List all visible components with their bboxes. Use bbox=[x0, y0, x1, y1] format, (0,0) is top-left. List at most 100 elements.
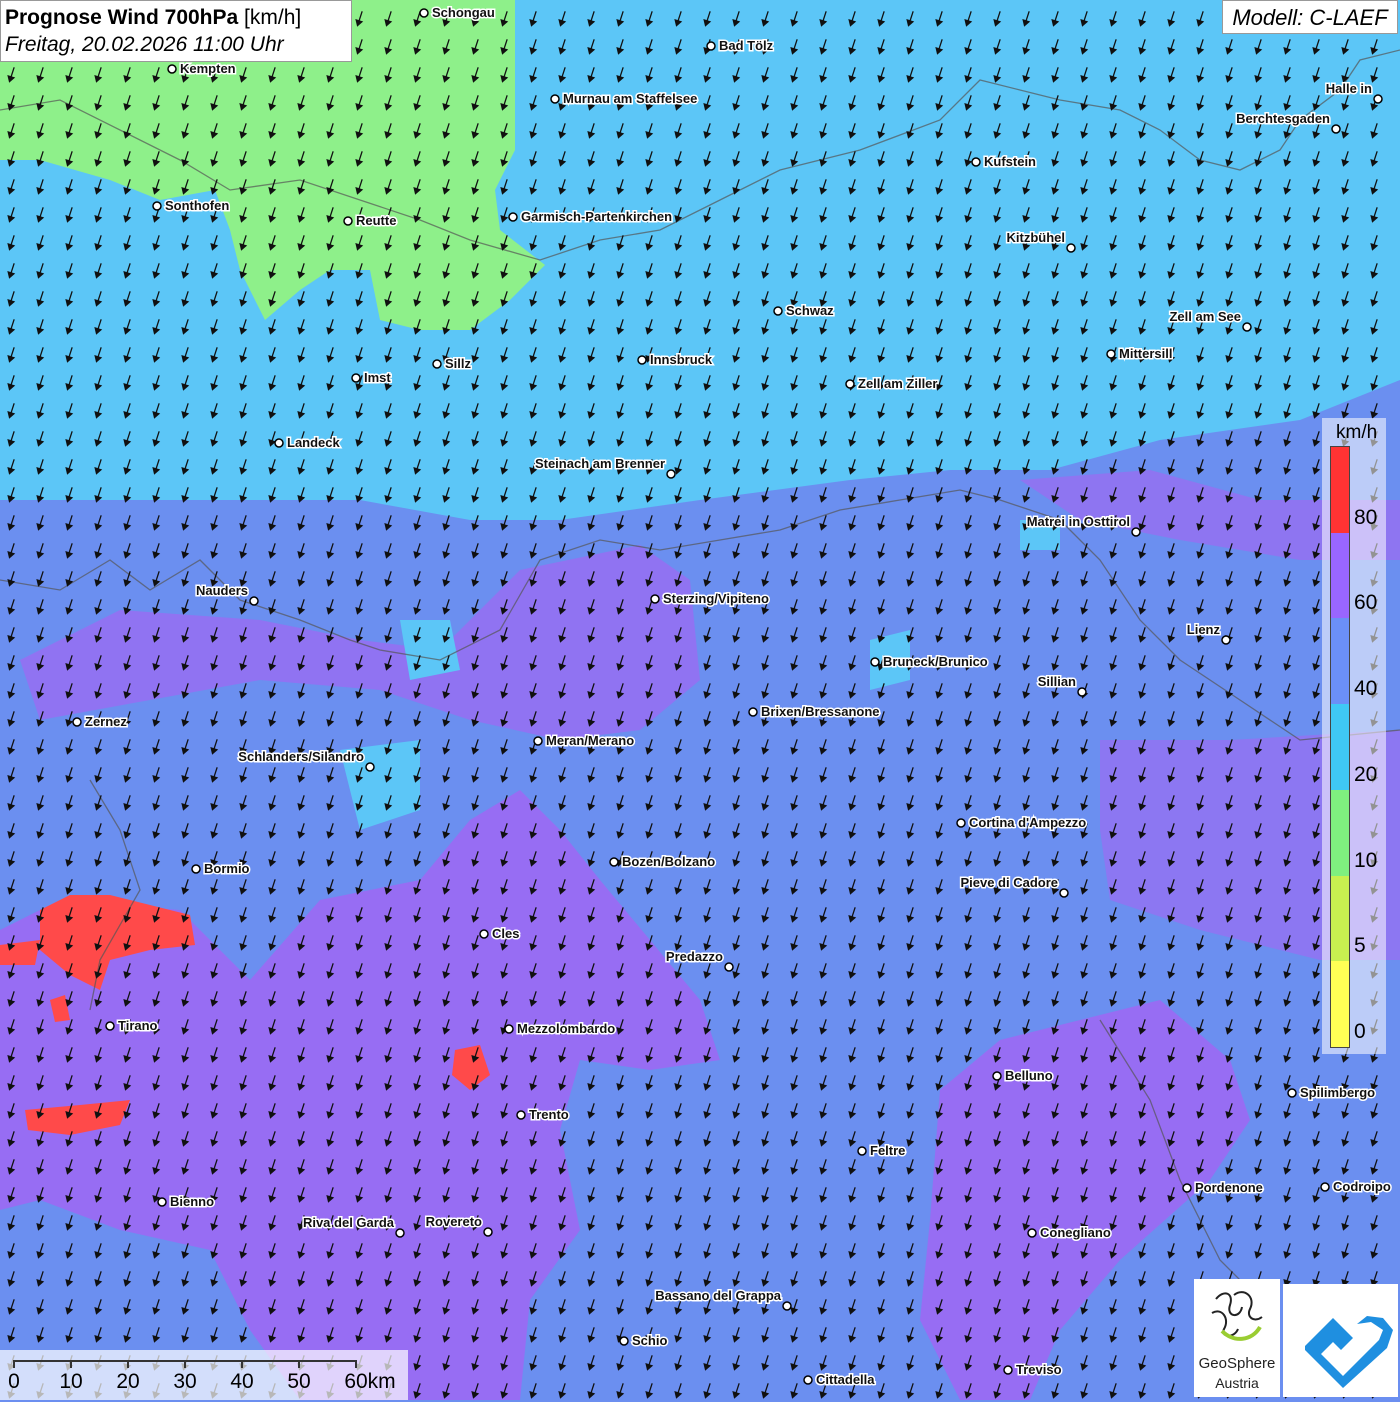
city-dot bbox=[783, 1302, 791, 1310]
legend-swatch bbox=[1331, 790, 1349, 876]
city-label: Kempten bbox=[180, 61, 236, 76]
city-dot bbox=[1132, 528, 1140, 536]
legend-swatch bbox=[1331, 533, 1349, 619]
city-marker: Conegliano bbox=[1028, 1225, 1111, 1240]
city-marker: Innsbruck bbox=[638, 352, 713, 367]
cloud-icon bbox=[1283, 1284, 1398, 1397]
legend-swatch bbox=[1331, 961, 1349, 1047]
city-label: Mezzolombardo bbox=[517, 1021, 615, 1036]
city-label: Riva del Garda bbox=[303, 1215, 395, 1230]
legend-tick-label: 10 bbox=[1354, 849, 1377, 873]
city-label: Kitzbühel bbox=[1007, 230, 1066, 245]
city-label: Feltre bbox=[870, 1143, 905, 1158]
city-marker: Zell am Ziller bbox=[846, 376, 937, 391]
city-dot bbox=[1332, 125, 1340, 133]
city-label: Brixen/Bressanone bbox=[761, 704, 880, 719]
legend-swatch bbox=[1331, 876, 1349, 962]
city-label: Schlanders/Silandro bbox=[238, 749, 364, 764]
city-marker: Meran/Merano bbox=[534, 733, 634, 748]
city-dot bbox=[993, 1072, 1001, 1080]
geosphere-country: Austria bbox=[1194, 1375, 1280, 1391]
city-marker: Sonthofen bbox=[153, 198, 229, 213]
city-dot bbox=[1243, 323, 1251, 331]
legend-tick-label: 80 bbox=[1354, 506, 1377, 530]
scale-tick bbox=[127, 1360, 129, 1368]
city-dot bbox=[484, 1228, 492, 1236]
city-label: Sillian bbox=[1038, 674, 1076, 689]
city-label: Sterzing/Vipiteno bbox=[663, 591, 769, 606]
city-dot bbox=[1288, 1089, 1296, 1097]
scale-label: 20 bbox=[116, 1370, 139, 1394]
city-dot bbox=[551, 95, 559, 103]
city-dot bbox=[749, 708, 757, 716]
city-dot bbox=[509, 213, 517, 221]
city-dot bbox=[192, 865, 200, 873]
city-dot bbox=[517, 1111, 525, 1119]
city-dot bbox=[707, 42, 715, 50]
city-dot bbox=[1004, 1366, 1012, 1374]
city-dot bbox=[1060, 889, 1068, 897]
color-legend: km/h 806040201050 bbox=[1322, 418, 1386, 1054]
city-dot bbox=[774, 307, 782, 315]
scale-label: 40 bbox=[230, 1370, 253, 1394]
scale-tick bbox=[298, 1360, 300, 1368]
city-dot bbox=[366, 763, 374, 771]
city-label: Predazzo bbox=[666, 949, 723, 964]
city-marker: Spilimbergo bbox=[1288, 1085, 1375, 1100]
page-title: Prognose Wind 700hPa [km/h] bbox=[5, 4, 347, 32]
city-label: Steinach am Brenner bbox=[535, 456, 665, 471]
city-dot bbox=[1028, 1229, 1036, 1237]
scale-label: 10 bbox=[59, 1370, 82, 1394]
city-marker: Garmisch-Partenkirchen bbox=[509, 209, 672, 224]
scale-tick bbox=[184, 1360, 186, 1368]
city-dot bbox=[804, 1376, 812, 1384]
city-dot bbox=[638, 356, 646, 364]
city-label: Pordenone bbox=[1195, 1180, 1263, 1195]
city-dot bbox=[73, 718, 81, 726]
scale-tick bbox=[355, 1360, 357, 1368]
city-label: Rovereto bbox=[426, 1214, 482, 1229]
city-label: Schio bbox=[632, 1333, 667, 1348]
city-marker: Bruneck/Brunico bbox=[871, 654, 988, 669]
city-label: Lienz bbox=[1187, 622, 1221, 637]
city-dot bbox=[433, 360, 441, 368]
city-label: Zell am Ziller bbox=[858, 376, 937, 391]
city-dot bbox=[972, 158, 980, 166]
city-dot bbox=[1078, 688, 1086, 696]
city-marker: Murnau am Staffelsee bbox=[551, 91, 697, 106]
city-dot bbox=[344, 217, 352, 225]
city-marker: Cortina d'Ampezzo bbox=[957, 815, 1086, 830]
city-label: Schongau bbox=[432, 5, 495, 20]
city-label: Bozen/Bolzano bbox=[622, 854, 715, 869]
city-dot bbox=[1222, 636, 1230, 644]
city-dot bbox=[858, 1147, 866, 1155]
legend-swatch bbox=[1331, 447, 1349, 533]
city-dot bbox=[871, 658, 879, 666]
geosphere-name: GeoSphere bbox=[1194, 1355, 1280, 1372]
city-label: Cittadella bbox=[816, 1372, 875, 1387]
title-bold: Prognose Wind 700hPa bbox=[5, 6, 238, 29]
city-label: Pieve di Cadore bbox=[960, 875, 1058, 890]
city-label: Codroipo bbox=[1333, 1179, 1391, 1194]
legend-swatch bbox=[1331, 618, 1349, 704]
legend-tick-label: 20 bbox=[1354, 763, 1377, 787]
legend-tick-label: 60 bbox=[1354, 591, 1377, 615]
city-dot bbox=[846, 380, 854, 388]
model-label: Modell: C-LAEF bbox=[1222, 0, 1398, 34]
scale-tick bbox=[13, 1360, 15, 1368]
city-dot bbox=[1107, 350, 1115, 358]
city-label: Garmisch-Partenkirchen bbox=[521, 209, 672, 224]
city-label: Berchtesgaden bbox=[1236, 111, 1330, 126]
city-dot bbox=[396, 1229, 404, 1237]
city-label: Bormio bbox=[204, 861, 250, 876]
city-dot bbox=[1374, 95, 1382, 103]
city-label: Innsbruck bbox=[650, 352, 713, 367]
title-box: Prognose Wind 700hPa [km/h] Freitag, 20.… bbox=[0, 0, 352, 62]
city-dot bbox=[957, 819, 965, 827]
city-marker: Sterzing/Vipiteno bbox=[651, 591, 769, 606]
city-label: Conegliano bbox=[1040, 1225, 1111, 1240]
city-label: Cortina d'Ampezzo bbox=[969, 815, 1086, 830]
city-label: Belluno bbox=[1005, 1068, 1053, 1083]
city-label: Sonthofen bbox=[165, 198, 229, 213]
scale-label: 0 bbox=[8, 1370, 20, 1394]
